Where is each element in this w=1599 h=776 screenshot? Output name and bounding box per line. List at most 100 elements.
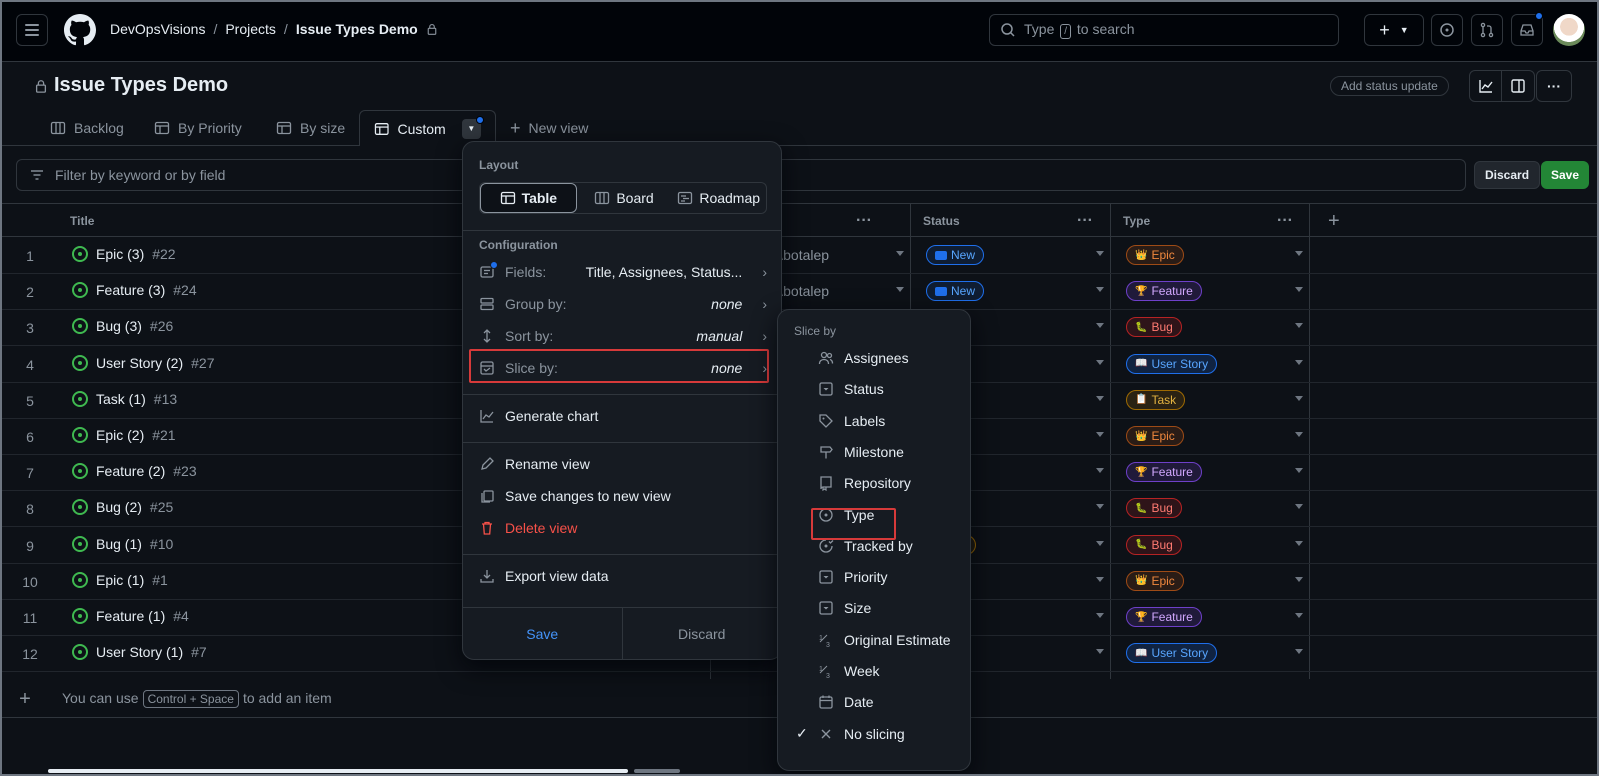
layout-roadmap-option[interactable]: Roadmap (671, 183, 766, 213)
chevron-down-icon[interactable] (1295, 251, 1303, 256)
issue-title[interactable]: Bug (1) (96, 536, 142, 552)
chevron-down-icon[interactable] (1295, 468, 1303, 474)
type-badge[interactable]: 🏆 Feature (1126, 462, 1202, 483)
more-options-button[interactable]: ··· (1536, 70, 1572, 102)
status-badge[interactable]: New (926, 281, 985, 302)
status-badge[interactable]: New (926, 245, 985, 265)
menu-save-button[interactable]: Save (463, 608, 623, 659)
type-badge[interactable]: 🏆 Feature (1126, 607, 1202, 627)
issue-title-cell[interactable]: Epic (1) #1 (72, 571, 168, 588)
add-field-button[interactable]: + (1328, 204, 1340, 238)
group-by-menu-item[interactable]: Group by: none › (479, 289, 767, 319)
table-row[interactable]: 2 Feature (3) #24 oAbotalep New 🏆 Feature (2, 273, 1597, 311)
new-view-button[interactable]: + New view (496, 112, 602, 144)
chevron-down-icon[interactable] (1295, 287, 1303, 293)
issue-title-cell[interactable]: Feature (1) #4 (72, 608, 189, 624)
column-menu-icon[interactable]: ··· (856, 204, 872, 238)
tab-by-priority[interactable]: By Priority (140, 112, 256, 144)
pull-requests-button[interactable] (1471, 14, 1503, 46)
type-badge[interactable]: 🐛 Bug (1126, 534, 1182, 555)
chevron-down-icon[interactable] (1295, 395, 1303, 401)
github-logo-icon[interactable] (64, 14, 96, 46)
type-badge[interactable]: 🏆 Feature (1126, 281, 1202, 302)
type-badge[interactable]: 👑 Epic (1126, 426, 1184, 446)
chevron-down-icon[interactable] (1295, 359, 1303, 365)
slice-option-date[interactable]: Date (778, 687, 970, 717)
search-input[interactable]: Type / to search (989, 14, 1339, 46)
column-menu-icon[interactable]: ··· (1077, 204, 1093, 238)
issue-title[interactable]: Epic (3) (96, 246, 144, 262)
menu-discard-button[interactable]: Discard (623, 608, 782, 659)
export-view-menu-item[interactable]: Export view data (479, 561, 767, 591)
chevron-down-icon[interactable] (896, 287, 904, 293)
chevron-down-icon[interactable] (1096, 251, 1104, 256)
horizontal-scrollbar[interactable] (48, 769, 628, 773)
type-badge[interactable]: 👑 Epic (1126, 245, 1184, 265)
chevron-down-icon[interactable] (1096, 576, 1104, 582)
crumb-project[interactable]: Issue Types Demo (296, 21, 418, 37)
issue-title[interactable]: Epic (2) (96, 427, 144, 443)
discard-button[interactable]: Discard (1474, 161, 1541, 189)
rename-view-menu-item[interactable]: Rename view (479, 449, 767, 479)
column-header-status[interactable]: Status (923, 204, 960, 238)
chevron-down-icon[interactable] (1295, 649, 1303, 655)
type-badge[interactable]: 👑 Epic (1126, 570, 1184, 591)
issue-title[interactable]: User Story (2) (96, 355, 183, 371)
issue-title[interactable]: Feature (3) (96, 282, 165, 298)
issue-title-cell[interactable]: Bug (1) #10 (72, 535, 173, 552)
chevron-down-icon[interactable] (1096, 613, 1104, 618)
issue-title-cell[interactable]: Task (1) #13 (72, 390, 177, 407)
chevron-down-icon[interactable] (1096, 287, 1104, 293)
type-badge[interactable]: 📖 User Story (1126, 643, 1218, 664)
issue-title[interactable]: User Story (1) (96, 644, 183, 660)
type-badge[interactable]: 📋 Task (1126, 389, 1186, 410)
issue-title-cell[interactable]: Epic (3) #22 (72, 246, 176, 262)
slice-option-size[interactable]: Size (778, 593, 970, 623)
layout-table-option[interactable]: Table (480, 183, 577, 213)
create-new-button[interactable]: + ▼ (1364, 14, 1424, 46)
insights-button[interactable] (1470, 71, 1502, 101)
save-new-view-menu-item[interactable]: Save changes to new view (479, 481, 767, 511)
chevron-down-icon[interactable] (1295, 576, 1303, 582)
issue-title[interactable]: Task (1) (96, 391, 146, 407)
chevron-down-icon[interactable] (1096, 359, 1104, 365)
issue-title[interactable]: Feature (1) (96, 608, 165, 624)
type-badge[interactable]: 🐛 Bug (1126, 317, 1182, 338)
issue-title-cell[interactable]: Epic (2) #21 (72, 427, 176, 443)
issue-title[interactable]: Bug (3) (96, 318, 142, 334)
chevron-down-icon[interactable] (1295, 540, 1303, 546)
column-header-title[interactable]: Title (70, 204, 94, 238)
table-row[interactable]: 1 Epic (3) #22 oAbotalep New 👑 Epic (2, 237, 1597, 274)
issue-title-cell[interactable]: Feature (2) #23 (72, 463, 197, 480)
chevron-down-icon[interactable] (1096, 468, 1104, 474)
chevron-down-icon[interactable] (1295, 613, 1303, 618)
slice-option-priority[interactable]: Priority (778, 562, 970, 592)
add-status-update-button[interactable]: Add status update (1330, 76, 1449, 96)
tab-by-size[interactable]: By size (262, 112, 359, 144)
chevron-down-icon[interactable] (1096, 540, 1104, 546)
issue-title[interactable]: Epic (1) (96, 572, 144, 588)
issue-title-cell[interactable]: User Story (1) #7 (72, 644, 207, 661)
save-button[interactable]: Save (1541, 161, 1590, 189)
issue-title-cell[interactable]: Bug (3) #26 (72, 318, 173, 335)
layout-board-option[interactable]: Board (577, 183, 672, 213)
delete-view-menu-item[interactable]: Delete view (479, 513, 767, 543)
type-badge[interactable]: 🐛 Bug (1126, 498, 1182, 519)
tab-backlog[interactable]: Backlog (36, 112, 138, 144)
chevron-down-icon[interactable] (1096, 649, 1104, 655)
chevron-down-icon[interactable] (1295, 432, 1303, 437)
chevron-down-icon[interactable] (1096, 432, 1104, 437)
crumb-org[interactable]: DevOpsVisions (110, 21, 205, 37)
generate-chart-menu-item[interactable]: Generate chart (479, 401, 767, 431)
avatar[interactable] (1553, 14, 1585, 46)
type-badge[interactable]: 📖 User Story (1126, 353, 1218, 374)
chevron-down-icon[interactable] (1295, 504, 1303, 510)
slice-option-no-slicing[interactable]: ✓ No slicing (778, 719, 970, 749)
slice-option-week[interactable]: 1 3 Week (778, 656, 970, 686)
slice-option-original-estimate[interactable]: 1 3 Original Estimate (778, 625, 970, 655)
issues-button[interactable] (1431, 14, 1463, 46)
chevron-down-icon[interactable] (1096, 323, 1104, 329)
fields-menu-item[interactable]: Fields: Title, Assignees, Status... › (479, 257, 767, 287)
slice-option-labels[interactable]: Labels (778, 406, 970, 436)
column-menu-icon[interactable]: ··· (1277, 204, 1293, 238)
